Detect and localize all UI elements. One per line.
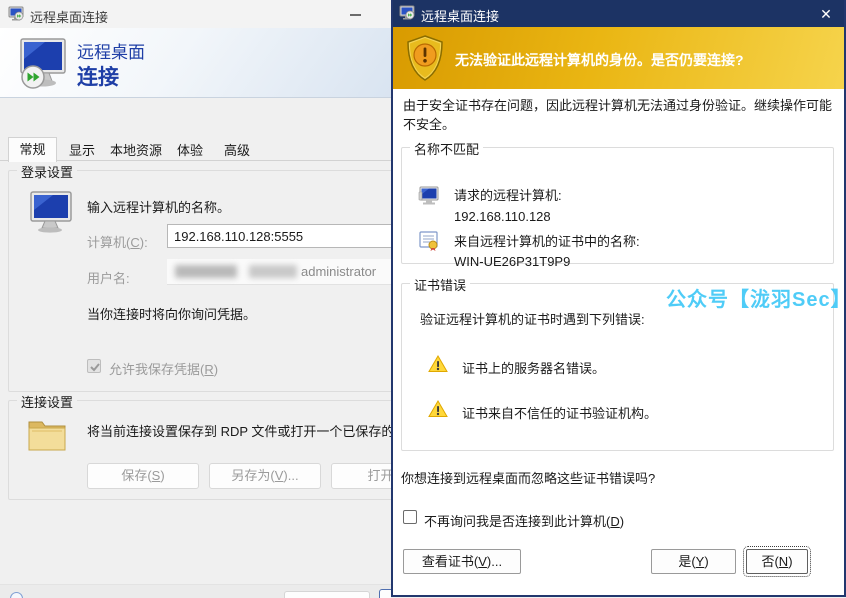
tab-advanced[interactable]: 高级 [213, 140, 261, 161]
requested-computer-label: 请求的远程计算机: [454, 185, 562, 204]
logon-settings-group: 登录设置 输入远程计算机的名称。 计算机(C): 用户名: administra… [8, 170, 391, 392]
help-button-partial[interactable] [284, 591, 370, 598]
certificate-warning-dialog: 远程桌面连接 ✕ 无法验证此远程计算机的身份。是否仍要连接? 由于安全证书存在问… [391, 0, 846, 597]
rdp-app-icon [399, 5, 415, 21]
name-mismatch-group: 名称不匹配 请求的远程计算机: 192.168.110.128 来自远程计算机的… [401, 147, 834, 264]
save-credentials-checkbox[interactable] [87, 359, 101, 373]
titlebar[interactable]: 远程桌面连接 [0, 0, 391, 28]
warning-banner: 无法验证此远程计算机的身份。是否仍要连接? [391, 27, 846, 89]
warning-triangle-icon [428, 400, 448, 418]
warning-triangle-icon [428, 355, 448, 373]
computer-instruction: 输入远程计算机的名称。 [87, 197, 230, 216]
requested-computer-value: 192.168.110.128 [454, 209, 551, 224]
credentials-note: 当你连接时将向你询问凭据。 [87, 304, 256, 323]
computer-icon [27, 191, 73, 233]
view-certificate-button[interactable]: 查看证书(V)... [403, 549, 521, 574]
hide-options-chevron-icon[interactable] [10, 592, 23, 598]
watermark-text: 公众号【泷羽Sec】 [666, 283, 846, 312]
minimize-button[interactable] [350, 14, 361, 16]
connect-ignore-question: 你想连接到远程桌面而忽略这些证书错误吗? [401, 468, 655, 487]
check-icon [89, 361, 101, 373]
no-button[interactable]: 否(N) [746, 549, 808, 574]
username-label: 用户名: [87, 268, 130, 287]
save-credentials-label: 允许我保存凭据(R) [109, 359, 218, 378]
tab-experience[interactable]: 体验 [167, 140, 213, 161]
connection-settings-title: 连接设置 [17, 392, 77, 411]
folder-icon [26, 416, 68, 454]
tab-local-resources[interactable]: 本地资源 [105, 140, 167, 161]
tab-strip: 常规 显示 本地资源 体验 高级 [0, 137, 391, 161]
connect-button-partial[interactable] [379, 589, 391, 598]
dialog-titlebar[interactable]: 远程桌面连接 ✕ [391, 0, 846, 27]
certificate-name-value: WIN-UE26P31T9P9 [454, 254, 570, 269]
save-button[interactable]: 保存(S) [87, 463, 199, 489]
window-header: 远程桌面 连接 [0, 28, 391, 98]
username-field[interactable]: administrator [167, 259, 391, 285]
certificate-error-item: 证书来自不信任的证书验证机构。 [462, 403, 657, 422]
username-value: administrator [301, 264, 376, 279]
logon-settings-title: 登录设置 [17, 162, 77, 181]
computer-label: 计算机(C): [87, 232, 148, 251]
open-button[interactable]: 打开(E [331, 463, 391, 489]
header-app-subtitle: 连接 [77, 61, 119, 91]
certificate-name-label: 来自远程计算机的证书中的名称: [454, 231, 640, 250]
dont-ask-checkbox[interactable] [403, 510, 417, 524]
remote-desktop-icon [15, 37, 69, 89]
connection-settings-group: 连接设置 将当前连接设置保存到 RDP 文件或打开一个已保存的连接。 保存(S)… [8, 400, 391, 500]
name-mismatch-title: 名称不匹配 [410, 139, 483, 158]
yes-button[interactable]: 是(Y) [651, 549, 736, 574]
redacted-text [175, 265, 237, 278]
connection-description: 将当前连接设置保存到 RDP 文件或打开一个已保存的连接。 [87, 421, 391, 440]
close-icon[interactable]: ✕ [816, 4, 836, 24]
certificate-icon [418, 231, 440, 251]
redacted-text [249, 265, 297, 278]
computer-input[interactable] [167, 224, 391, 248]
dialog-title: 远程桌面连接 [421, 6, 499, 25]
certificate-error-item: 证书上的服务器名错误。 [462, 358, 605, 377]
window-title: 远程桌面连接 [30, 7, 108, 26]
certificate-errors-intro: 验证远程计算机的证书时遇到下列错误: [420, 309, 645, 328]
certificate-errors-title: 证书错误 [410, 275, 470, 294]
shield-warning-icon [405, 35, 445, 81]
computer-icon [418, 186, 440, 206]
tab-display[interactable]: 显示 [59, 140, 105, 161]
dialog-body-text: 由于安全证书存在问题，因此远程计算机无法通过身份验证。继续操作可能不安全。 [403, 96, 839, 134]
screen: 远程桌面连接 远程桌面 连接 常规 显示 本地资源 体验 高级 [0, 0, 846, 598]
banner-message: 无法验证此远程计算机的身份。是否仍要连接? [455, 50, 744, 70]
rdp-main-window: 远程桌面连接 远程桌面 连接 常规 显示 本地资源 体验 高级 [0, 0, 391, 598]
window-footer [0, 584, 391, 598]
header-app-name: 远程桌面 [77, 38, 145, 63]
dont-ask-label: 不再询问我是否连接到此计算机(D) [424, 511, 624, 530]
rdp-app-icon [8, 6, 24, 22]
save-as-button[interactable]: 另存为(V)... [209, 463, 321, 489]
tab-general[interactable]: 常规 [8, 137, 57, 162]
